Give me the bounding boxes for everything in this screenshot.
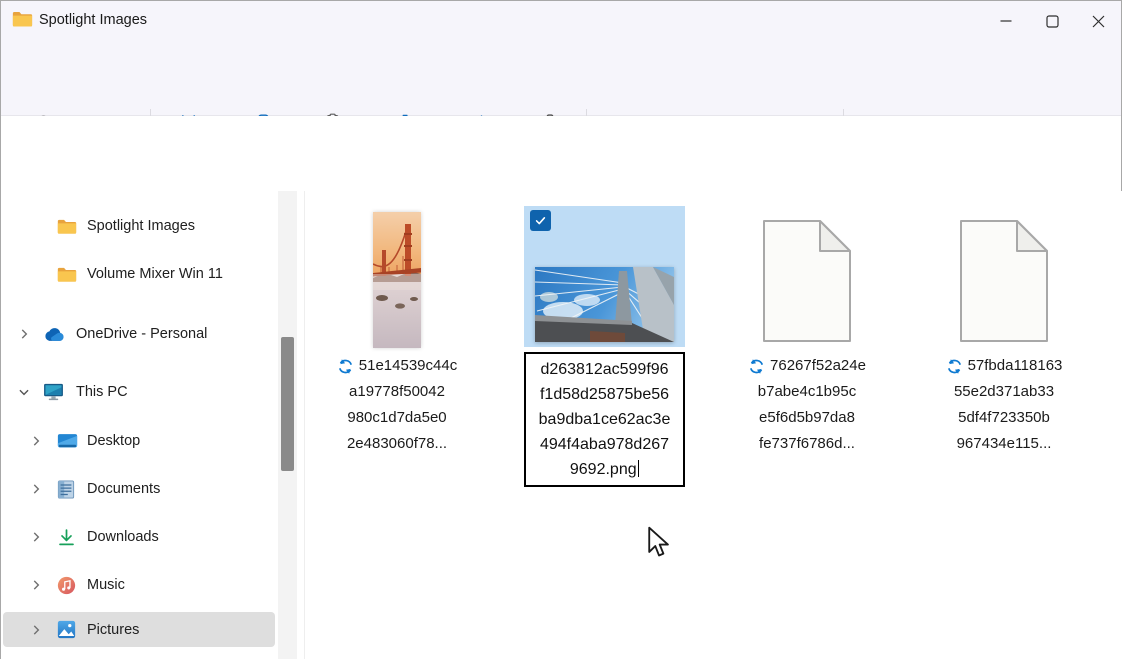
sidebar-item-label: This PC <box>76 384 128 400</box>
sidebar-item-documents[interactable]: Documents <box>3 474 275 504</box>
rename-input[interactable]: d263812ac599f96 f1d58d25875be56 ba9dba1c… <box>524 352 685 487</box>
sidebar-item-label: Spotlight Images <box>87 218 195 234</box>
chevron-right-icon[interactable] <box>29 578 43 592</box>
sidebar-item-music[interactable]: Music <box>3 570 275 600</box>
window-controls <box>983 1 1121 41</box>
titlebar: Spotlight Images <box>1 1 1121 41</box>
golden-gate-bridge-thumbnail <box>373 212 421 348</box>
file-name: 51e14539c44c a19778f50042 980c1d7da5e0 2… <box>317 353 477 457</box>
bridge-cables-thumbnail <box>535 267 674 342</box>
sync-icon <box>946 358 963 375</box>
folder-icon <box>57 218 77 235</box>
sidebar-item-desktop[interactable]: Desktop <box>3 426 275 456</box>
file-explorer-window: Spotlight Images New <box>0 0 1122 659</box>
file-name: 57fbda118163 55e2d371ab33 5df4f723350b 9… <box>924 353 1084 457</box>
chevron-right-icon[interactable] <box>17 327 31 341</box>
generic-file-icon <box>761 218 853 344</box>
sidebar-item-label: Desktop <box>87 433 140 449</box>
chevron-right-icon[interactable] <box>29 530 43 544</box>
sidebar-item-label: Pictures <box>87 622 139 638</box>
chevron-down-icon[interactable] <box>17 385 31 399</box>
chevron-right-icon[interactable] <box>29 434 43 448</box>
sidebar-item-label: Music <box>87 577 125 593</box>
this-pc-monitor-icon <box>43 383 64 401</box>
sidebar-scrollbar-track <box>278 191 297 659</box>
window-chrome: Spotlight Images New <box>1 1 1121 116</box>
window-title: Spotlight Images <box>39 12 147 28</box>
sidebar-item-label: OneDrive - Personal <box>76 326 207 342</box>
desktop-monitor-icon <box>57 433 78 450</box>
music-note-icon <box>57 576 76 595</box>
selection-checkbox[interactable] <box>530 210 551 231</box>
sidebar-scrollbar-thumb[interactable] <box>281 337 294 471</box>
sync-icon <box>748 358 765 375</box>
maximize-button[interactable] <box>1029 1 1075 41</box>
file-name: 76267f52a24e b7abe4c1b95c e5f6d5b97da8 f… <box>727 353 887 457</box>
sidebar-item-spotlight-images[interactable]: Spotlight Images <box>3 211 275 241</box>
sidebar-item-label: Volume Mixer Win 11 <box>87 266 223 282</box>
pictures-icon <box>57 620 76 639</box>
close-button[interactable] <box>1075 1 1121 41</box>
sidebar-item-volume-mixer-win-11[interactable]: Volume Mixer Win 11 <box>3 259 275 289</box>
sidebar-item-this-pc[interactable]: This PC <box>3 377 275 407</box>
toolbar: New So <box>1 41 1121 116</box>
body: Spotlight Images Volume Mixer Win 11 One… <box>1 191 1122 659</box>
sidebar-item-label: Documents <box>87 481 160 497</box>
documents-icon <box>57 480 75 499</box>
minimize-button[interactable] <box>983 1 1029 41</box>
folder-icon <box>57 266 77 283</box>
sidebar-item-downloads[interactable]: Downloads <box>3 522 275 552</box>
chevron-right-icon[interactable] <box>29 623 43 637</box>
mouse-cursor <box>647 526 670 563</box>
sidebar-item-onedrive-personal[interactable]: OneDrive - Personal <box>3 319 275 349</box>
sidebar-item-pictures[interactable]: Pictures <box>3 612 275 647</box>
onedrive-cloud-icon <box>43 327 65 342</box>
generic-file-icon <box>958 218 1050 344</box>
sidebar-content-divider <box>304 191 305 659</box>
downloads-arrow-icon <box>57 528 76 547</box>
folder-icon <box>12 10 33 33</box>
chevron-right-icon[interactable] <box>29 482 43 496</box>
sync-icon <box>337 358 354 375</box>
sidebar-item-label: Downloads <box>87 529 159 545</box>
address-row: « Pictures Spotlight Images Search Spotl… <box>1 116 1121 191</box>
text-caret <box>638 460 640 477</box>
